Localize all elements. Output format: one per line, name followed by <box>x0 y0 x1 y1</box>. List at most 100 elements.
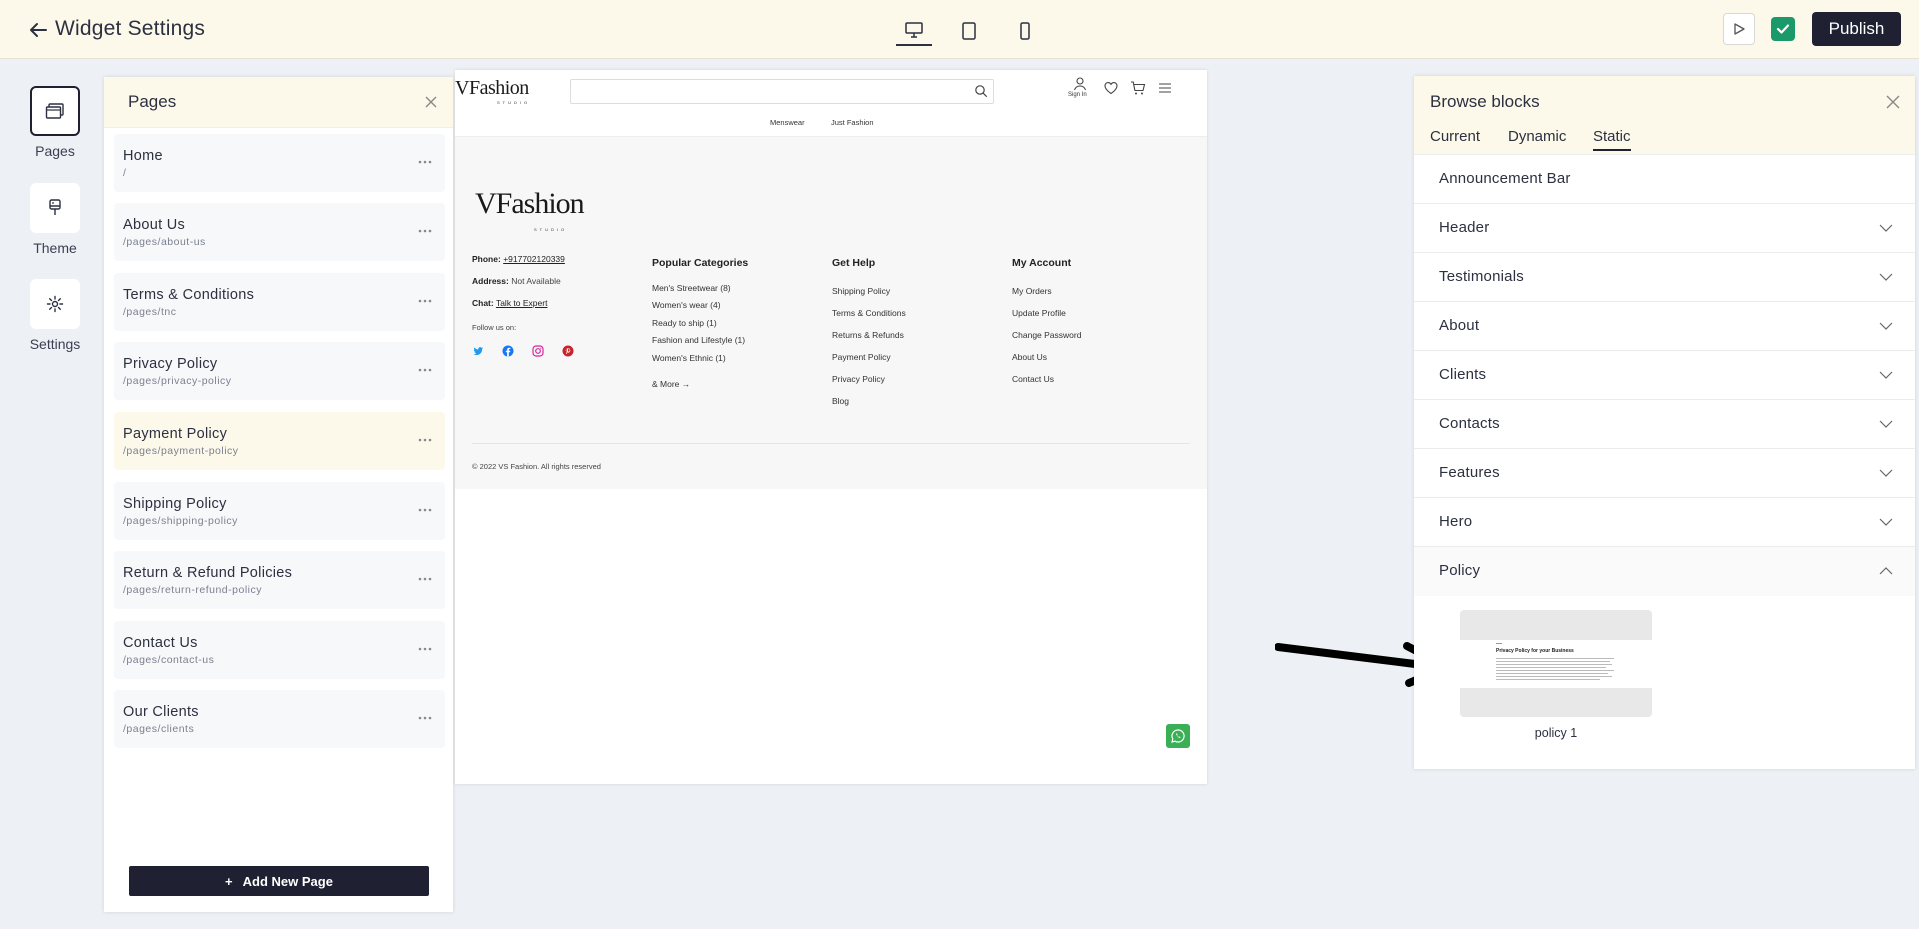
page-item-payment-policy[interactable]: Payment Policy /pages/payment-policy <box>114 412 445 470</box>
talk-to-expert-link[interactable]: Talk to Expert <box>496 298 548 308</box>
mobile-view-button[interactable] <box>1007 16 1043 46</box>
user-icon[interactable] <box>1072 76 1088 92</box>
instagram-icon[interactable] <box>532 345 544 357</box>
browse-blocks-header: Browse blocks Current Dynamic Static <box>1414 76 1915 155</box>
footer-link[interactable]: Payment Policy <box>832 352 891 362</box>
page-item-our-clients[interactable]: Our Clients /pages/clients <box>114 690 445 748</box>
more-options-icon[interactable] <box>417 573 433 585</box>
publish-button[interactable]: Publish <box>1812 12 1901 46</box>
more-options-icon[interactable] <box>417 434 433 446</box>
back-arrow-icon[interactable] <box>27 19 49 41</box>
nav-item-just-fashion[interactable]: Just Fashion <box>831 118 874 127</box>
chevron-down-icon <box>1879 370 1893 380</box>
footer-phone: Phone: +917702120339 <box>472 254 565 264</box>
pinterest-icon[interactable] <box>562 345 574 357</box>
save-check-button[interactable] <box>1771 17 1795 41</box>
page-item-about-us[interactable]: About Us /pages/about-us <box>114 203 445 261</box>
footer-link[interactable]: Women's wear (4) <box>652 300 721 310</box>
policy-block-thumbnail[interactable]: Privacy Policy for your Business <box>1460 610 1652 717</box>
close-icon[interactable] <box>1885 94 1901 110</box>
page-name: Contact Us <box>123 635 198 651</box>
tab-current[interactable]: Current <box>1430 128 1480 149</box>
arrow-right-icon: → <box>681 379 691 389</box>
tab-dynamic[interactable]: Dynamic <box>1508 128 1566 149</box>
more-options-icon[interactable] <box>417 156 433 168</box>
footer-link[interactable]: Returns & Refunds <box>832 330 904 340</box>
add-new-page-button[interactable]: + Add New Page <box>129 866 429 896</box>
desktop-view-button[interactable] <box>896 16 932 46</box>
browse-blocks-panel: Browse blocks Current Dynamic Static Ann… <box>1414 76 1915 769</box>
block-hero[interactable]: Hero <box>1414 498 1915 547</box>
close-icon[interactable] <box>423 94 439 110</box>
more-options-icon[interactable] <box>417 712 433 724</box>
page-name: Payment Policy <box>123 426 228 442</box>
block-label: Testimonials <box>1439 268 1524 285</box>
footer-more-link[interactable]: & More → <box>652 379 690 389</box>
policy-thumb-heading: Privacy Policy for your Business <box>1496 648 1574 654</box>
block-contacts[interactable]: Contacts <box>1414 400 1915 449</box>
footer-link[interactable]: My Orders <box>1012 286 1052 296</box>
footer-phone-link[interactable]: +917702120339 <box>503 254 565 264</box>
site-search-input[interactable] <box>570 79 994 104</box>
page-item-terms[interactable]: Terms & Conditions /pages/tnc <box>114 273 445 331</box>
footer-link[interactable]: Contact Us <box>1012 374 1054 384</box>
block-features[interactable]: Features <box>1414 449 1915 498</box>
footer-logo: VFashion <box>475 187 585 220</box>
more-options-icon[interactable] <box>417 643 433 655</box>
block-header[interactable]: Header <box>1414 204 1915 253</box>
footer-link[interactable]: About Us <box>1012 352 1047 362</box>
footer-link[interactable]: Men's Streetwear (8) <box>652 283 731 293</box>
rail-label-pages: Pages <box>35 143 75 159</box>
footer-link[interactable]: Women's Ethnic (1) <box>652 353 726 363</box>
footer-link[interactable]: Terms & Conditions <box>832 308 906 318</box>
play-icon <box>1734 23 1745 35</box>
tablet-view-button[interactable] <box>951 16 987 46</box>
more-options-icon[interactable] <box>417 364 433 376</box>
footer-link[interactable]: Ready to ship (1) <box>652 318 717 328</box>
search-icon[interactable] <box>974 84 988 98</box>
page-item-home[interactable]: Home / <box>114 134 445 192</box>
footer-heading-get-help: Get Help <box>832 257 876 269</box>
footer-link[interactable]: Change Password <box>1012 330 1081 340</box>
desktop-icon <box>905 22 923 38</box>
check-icon <box>1776 24 1790 34</box>
pages-panel: Pages Home / About Us /pages/about-us Te… <box>104 77 453 912</box>
page-item-shipping-policy[interactable]: Shipping Policy /pages/shipping-policy <box>114 482 445 540</box>
menu-icon[interactable] <box>1157 80 1173 96</box>
rail-item-settings[interactable]: Settings <box>22 279 88 352</box>
facebook-icon[interactable] <box>502 345 514 357</box>
footer-link[interactable]: Blog <box>832 396 849 406</box>
block-label: Announcement Bar <box>1439 170 1571 187</box>
block-about[interactable]: About <box>1414 302 1915 351</box>
page-item-privacy-policy[interactable]: Privacy Policy /pages/privacy-policy <box>114 342 445 400</box>
more-options-icon[interactable] <box>417 295 433 307</box>
rail-item-theme[interactable]: Theme <box>22 183 88 256</box>
page-name: Home <box>123 148 163 164</box>
block-testimonials[interactable]: Testimonials <box>1414 253 1915 302</box>
nav-item-menswear[interactable]: Menswear <box>770 118 805 127</box>
block-announcement-bar[interactable]: Announcement Bar <box>1414 155 1915 204</box>
page-item-contact-us[interactable]: Contact Us /pages/contact-us <box>114 621 445 679</box>
rail-item-pages[interactable]: Pages <box>22 86 88 159</box>
preview-play-button[interactable] <box>1723 13 1755 45</box>
rail-label-theme: Theme <box>33 240 77 256</box>
block-label: Hero <box>1439 513 1473 530</box>
more-options-icon[interactable] <box>417 504 433 516</box>
whatsapp-icon[interactable] <box>1166 724 1190 748</box>
site-logo[interactable]: VFashion <box>455 77 529 100</box>
block-clients[interactable]: Clients <box>1414 351 1915 400</box>
twitter-icon[interactable] <box>472 345 484 357</box>
footer-link[interactable]: Update Profile <box>1012 308 1066 318</box>
footer-link[interactable]: Privacy Policy <box>832 374 885 384</box>
cart-icon[interactable] <box>1130 80 1146 96</box>
footer-link[interactable]: Fashion and Lifestyle (1) <box>652 335 745 345</box>
block-policy[interactable]: Policy <box>1414 547 1915 596</box>
tab-static[interactable]: Static <box>1593 128 1631 151</box>
block-label: About <box>1439 317 1480 334</box>
more-options-icon[interactable] <box>417 225 433 237</box>
page-name: About Us <box>123 217 186 233</box>
page-item-return-refund[interactable]: Return & Refund Policies /pages/return-r… <box>114 551 445 609</box>
heart-icon[interactable] <box>1103 80 1119 96</box>
sign-in-label[interactable]: Sign In <box>1068 92 1087 98</box>
footer-link[interactable]: Shipping Policy <box>832 286 890 296</box>
